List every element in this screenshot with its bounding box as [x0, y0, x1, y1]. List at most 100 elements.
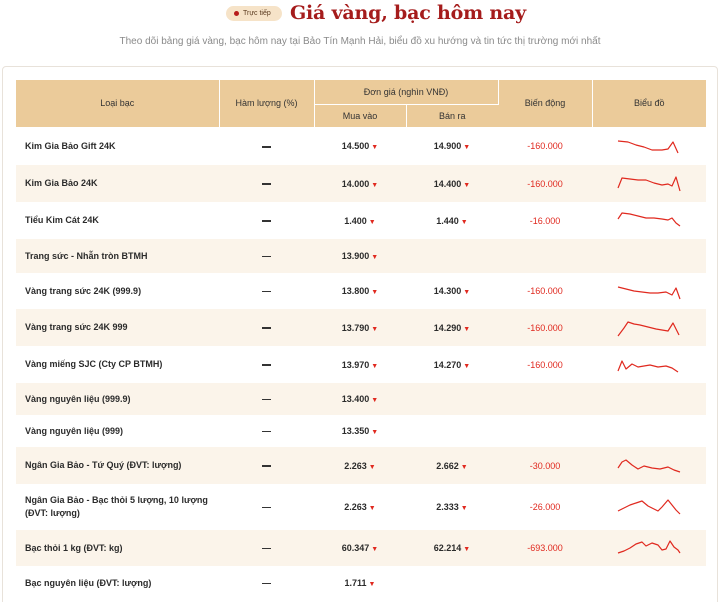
sparkline-chart[interactable] [616, 281, 682, 301]
row-name: Kim Gia Bảo Gift 24K [25, 140, 116, 151]
dash-icon [262, 582, 271, 585]
row-sell-price: 14.270 ▼ [406, 346, 498, 383]
row-purity [219, 239, 314, 273]
row-purity [219, 273, 314, 309]
row-buy-price: 14.000 ▼ [314, 165, 406, 202]
buy-value: 60.347 [341, 543, 370, 553]
down-arrow-icon: ▼ [460, 218, 468, 226]
buy-value: 2.263 [344, 502, 367, 512]
sell-value: 14.290 [433, 322, 462, 333]
dash-icon [262, 465, 271, 467]
buy-value: 13.900 [341, 251, 370, 261]
row-name: Tiểu Kim Cát 24K [25, 215, 99, 225]
sparkline-chart[interactable] [616, 538, 682, 558]
row-chart [592, 127, 706, 165]
row-change [498, 415, 592, 447]
down-arrow-icon: ▼ [368, 463, 376, 471]
sparkline-chart[interactable] [616, 136, 682, 156]
sparkline-chart[interactable] [616, 355, 682, 375]
row-chart [592, 383, 706, 415]
row-chart [592, 346, 706, 383]
sell-value: 14.400 [433, 178, 462, 189]
down-arrow-icon: ▼ [371, 254, 379, 261]
price-table: Loại bạc Hàm lượng (%) Đơn giá (nghìn VN… [16, 80, 706, 600]
row-change: -693.000 [498, 530, 592, 566]
buy-value: 2.263 [344, 460, 367, 471]
row-purity [219, 346, 314, 383]
buy-value: 13.970 [341, 359, 370, 370]
row-purity [219, 127, 314, 165]
dash-icon [262, 290, 271, 293]
buy-value: 14.000 [341, 178, 370, 189]
row-buy-price: 2.263 ▼ [314, 484, 406, 530]
row-buy-price: 13.790 ▼ [314, 309, 406, 346]
sparkline-chart[interactable] [616, 456, 682, 476]
row-sell-price: 14.900 ▼ [406, 127, 498, 165]
row-change: -160.000 [527, 141, 563, 152]
row-sell-price [406, 239, 498, 273]
sparkline-chart[interactable] [616, 497, 682, 517]
dash-icon [262, 327, 271, 329]
row-chart [592, 202, 706, 239]
page-title: Giá vàng, bạc hôm nay [290, 2, 526, 24]
row-purity [219, 566, 314, 600]
down-arrow-icon: ▼ [371, 546, 379, 553]
row-sell-price: 2.333 ▼ [406, 484, 498, 530]
row-purity [219, 447, 314, 484]
row-buy-price: 1.400 ▼ [314, 202, 406, 239]
dash-icon [262, 430, 271, 433]
row-chart [592, 309, 706, 346]
buy-value: 13.350 [341, 426, 370, 436]
row-change: -26.000 [529, 502, 561, 512]
row-chart [592, 239, 706, 273]
row-buy-price: 13.350 ▼ [314, 415, 406, 447]
table-row: Bạc thỏi 1 kg (ĐVT: kg) 60.347 ▼ 62.214 ▼ -69… [16, 530, 706, 566]
table-row: Bạc nguyên liệu (ĐVT: lượng) 1.711 ▼ [16, 566, 706, 600]
dash-icon [262, 506, 271, 509]
sell-value: 62.214 [433, 543, 462, 553]
buy-value: 13.800 [341, 286, 370, 296]
price-table-body: Kim Gia Bảo Gift 24K 14.500 ▼ 14.900 ▼ -160.0… [16, 127, 706, 600]
live-badge: Trực tiếp [226, 6, 282, 21]
row-name: Vàng nguyên liệu (999) [25, 425, 124, 436]
dash-icon [262, 255, 271, 258]
down-arrow-icon: ▼ [371, 362, 379, 370]
down-arrow-icon: ▼ [460, 505, 468, 512]
row-buy-price: 1.711 ▼ [314, 566, 406, 600]
row-name: Ngân Gia Bảo - Tứ Quý (ĐVT: lượng) [16, 447, 219, 484]
col-header-sell: Bán ra [406, 104, 498, 128]
page-subtitle: Theo dõi bảng giá vàng, bạc hôm nay tại … [119, 36, 601, 47]
row-change: -160.000 [527, 359, 563, 370]
sparkline-path [617, 359, 679, 372]
row-name: Bạc thỏi 1 kg (ĐVT: kg) [16, 530, 219, 566]
sparkline-chart[interactable] [616, 318, 682, 338]
dash-icon [262, 547, 271, 550]
row-sell-price [406, 383, 498, 415]
col-header-change: Biến động [498, 80, 593, 128]
table-row: Kim Gia Bảo 24K 14.000 ▼ 14.400 ▼ -160.000 [16, 165, 706, 202]
row-sell-price: 14.290 ▼ [406, 309, 498, 346]
row-change [498, 239, 592, 273]
table-row: Kim Gia Bảo Gift 24K 14.500 ▼ 14.900 ▼ -160.0… [16, 127, 706, 165]
row-chart [592, 273, 706, 309]
dash-icon [262, 146, 271, 148]
table-row: Vàng nguyên liệu (999.9) 13.400 ▼ [16, 383, 706, 415]
row-purity [219, 530, 314, 566]
buy-value: 14.500 [341, 141, 370, 152]
row-name: Ngân Gia Bảo - Bạc thỏi 5 lượng, 10 lượn… [25, 495, 208, 518]
row-name: Bạc nguyên liệu (ĐVT: lượng) [25, 577, 152, 588]
sparkline-path [617, 286, 681, 300]
table-row: Vàng trang sức 24K (999.9) 13.800 ▼ 14.300 ▼… [16, 273, 706, 309]
sparkline-chart[interactable] [616, 174, 682, 194]
row-name: Vàng nguyên liệu (999.9) [16, 383, 219, 415]
row-change [498, 383, 592, 415]
col-header-type: Loại bạc [16, 80, 220, 128]
row-purity [219, 484, 314, 530]
row-sell-price [406, 415, 498, 447]
sparkline-path [617, 320, 680, 336]
down-arrow-icon: ▼ [371, 397, 379, 404]
down-arrow-icon: ▼ [371, 325, 379, 333]
down-arrow-icon: ▼ [368, 218, 376, 226]
sparkline-chart[interactable] [616, 211, 682, 231]
row-chart [592, 447, 706, 484]
